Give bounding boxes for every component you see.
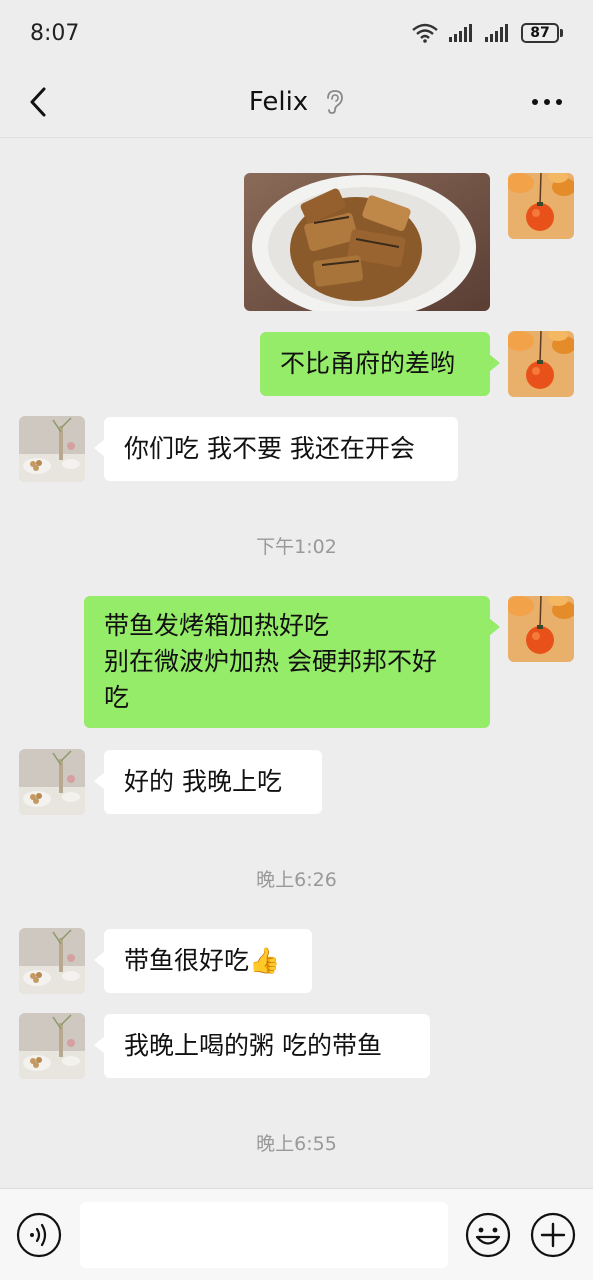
message-text: 你们吃 我不要 我还在开会: [124, 434, 415, 463]
signal-icon-2: [485, 24, 508, 42]
message-bubble-sent[interactable]: 不比甬府的差哟: [260, 332, 500, 396]
message-bubble-received[interactable]: 你们吃 我不要 我还在开会: [94, 417, 458, 481]
message-text: 我晚上喝的粥 吃的带鱼: [124, 1031, 382, 1060]
message-input[interactable]: [80, 1202, 448, 1268]
status-bar: 8:07 87: [0, 0, 593, 66]
battery-level: 87: [521, 23, 559, 43]
time-divider: 晚上6:55: [256, 1133, 337, 1155]
contact-avatar[interactable]: [19, 928, 85, 994]
back-icon[interactable]: [22, 84, 58, 120]
message-line: 别在微波炉加热 会硬邦邦不好: [104, 647, 437, 676]
message-bubble-sent[interactable]: 带鱼发烤箱加热好吃 别在微波炉加热 会硬邦邦不好 吃: [84, 596, 500, 728]
voice-input-icon[interactable]: [16, 1212, 62, 1258]
my-avatar[interactable]: [508, 331, 574, 397]
time-divider: 晚上6:26: [256, 869, 337, 891]
message-input-bar: [0, 1188, 593, 1280]
my-avatar[interactable]: [508, 173, 574, 239]
message-bubble-received[interactable]: 好的 我晚上吃: [94, 750, 322, 814]
battery-icon: 87: [521, 23, 563, 43]
message-line: 吃: [104, 683, 130, 712]
chat-title: Felix: [248, 86, 309, 117]
time-divider: 下午1:02: [256, 536, 337, 558]
contact-avatar[interactable]: [19, 416, 85, 482]
contact-avatar[interactable]: [19, 749, 85, 815]
message-bubble-received[interactable]: 我晚上喝的粥 吃的带鱼: [94, 1014, 430, 1078]
contact-avatar[interactable]: [19, 1013, 85, 1079]
ear-icon: [327, 89, 344, 114]
chat-header: Felix: [0, 66, 593, 138]
my-avatar[interactable]: [508, 596, 574, 662]
message-bubble-received[interactable]: 带鱼很好吃👍: [94, 929, 312, 993]
message-text: 不比甬府的差哟: [280, 349, 456, 378]
status-icons: 87: [411, 23, 563, 43]
status-time: 8:07: [30, 20, 80, 46]
plus-icon[interactable]: [530, 1212, 576, 1258]
emoji-icon[interactable]: [465, 1212, 511, 1258]
more-options-icon[interactable]: [529, 90, 565, 114]
wifi-icon: [412, 23, 438, 43]
message-text: 带鱼很好吃👍: [124, 946, 281, 975]
message-text: 好的 我晚上吃: [124, 767, 282, 796]
message-line: 带鱼发烤箱加热好吃: [104, 611, 330, 640]
sent-photo[interactable]: [244, 173, 490, 311]
signal-icon-1: [449, 24, 472, 42]
